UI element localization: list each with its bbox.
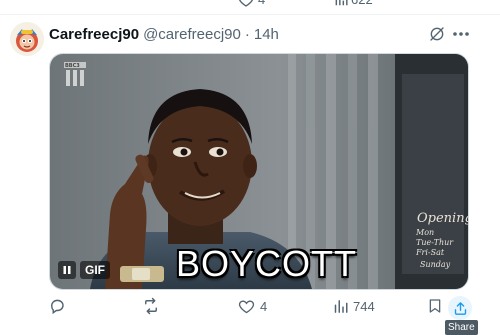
heart-icon[interactable]: [238, 0, 254, 8]
more-options-icon[interactable]: [452, 26, 470, 42]
grok-icon[interactable]: [429, 26, 445, 42]
views-icon[interactable]: [334, 0, 348, 8]
gif-media[interactable]: Opening Mon Tue-Thur Fri-Sat Sunday BBC3…: [49, 53, 469, 290]
user-handle[interactable]: @carefreecj90: [143, 26, 241, 43]
svg-text:Opening: Opening: [417, 211, 468, 226]
previous-like-count: 4: [258, 0, 265, 7]
share-tooltip: Share: [445, 320, 478, 335]
share-button[interactable]: [448, 296, 472, 320]
retweet-icon: [145, 297, 157, 315]
timestamp[interactable]: 14h: [254, 26, 279, 43]
gif-caption: BOYCOTT: [176, 243, 358, 284]
heart-icon: [238, 300, 255, 313]
like-count: 4: [260, 298, 268, 314]
cartoon-avatar-icon: [10, 22, 44, 56]
previous-view-count: 622: [351, 0, 373, 7]
pause-icon: [63, 266, 71, 274]
view-count: 744: [353, 298, 375, 314]
svg-text:Tue-Thur: Tue-Thur: [416, 238, 454, 247]
retweet-button[interactable]: [142, 294, 160, 318]
svg-text:Sunday: Sunday: [420, 260, 451, 269]
display-name[interactable]: Carefreecj90: [49, 26, 139, 43]
svg-text:BBC3: BBC3: [65, 63, 80, 69]
gif-badge: GIF: [80, 261, 110, 279]
tweet-header: Carefreecj90 @carefreecj90 · 14h: [49, 25, 279, 43]
bookmark-icon: [429, 299, 441, 313]
views-button[interactable]: 744: [333, 294, 375, 318]
separator-dot: ·: [244, 25, 250, 43]
gif-controls: GIF: [58, 261, 110, 279]
like-button[interactable]: 4: [238, 294, 267, 318]
share-icon: [454, 301, 466, 315]
pause-button[interactable]: [58, 261, 76, 279]
tweet-actions: 4 744: [0, 294, 500, 318]
avatar[interactable]: [10, 22, 44, 56]
svg-text:Fri-Sat: Fri-Sat: [415, 248, 445, 257]
bbc3-logo: BBC3: [64, 62, 86, 86]
reply-button[interactable]: [48, 294, 66, 318]
reply-icon: [51, 299, 64, 315]
svg-text:Mon: Mon: [415, 228, 434, 237]
views-icon: [334, 299, 348, 313]
previous-tweet-actions: 4 622: [0, 0, 500, 15]
bookmark-button[interactable]: [427, 294, 443, 318]
